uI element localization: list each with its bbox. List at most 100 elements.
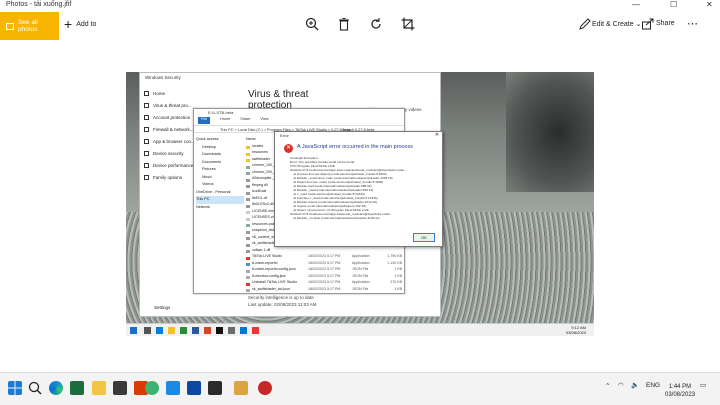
zoom-icon[interactable] <box>305 17 319 31</box>
nav-network[interactable]: Network <box>196 204 244 212</box>
nav-pictures[interactable]: Pictures <box>196 166 244 174</box>
add-to-label: Add to <box>76 20 97 28</box>
nav-videos[interactable]: Videos <box>196 181 244 189</box>
rotate-icon[interactable] <box>369 17 383 31</box>
folder-icon[interactable] <box>168 327 175 334</box>
start-icon[interactable] <box>130 327 137 334</box>
tab-share[interactable]: Share <box>240 117 250 124</box>
app-icon[interactable] <box>208 381 222 395</box>
app-icon[interactable] <box>252 327 259 334</box>
photos-icon[interactable] <box>234 381 248 395</box>
record-icon[interactable] <box>258 381 272 395</box>
taskbar-clock[interactable]: 1:44 PM 03/08/2023 <box>665 383 695 399</box>
file-date: 18/02/2023 5:17 PM <box>308 286 341 291</box>
nav-music[interactable]: Music <box>196 174 244 182</box>
explorer-nav-pane: Quick access Desktop Downloads Documents… <box>196 136 244 211</box>
edge-icon[interactable] <box>156 327 163 334</box>
share-icon <box>642 18 654 30</box>
delete-icon[interactable] <box>337 17 351 31</box>
chevron-up-icon[interactable]: ⌃ <box>605 382 610 390</box>
security-icon[interactable] <box>240 327 247 334</box>
edit-create-label: Edit & Create <box>592 21 634 28</box>
word-icon[interactable] <box>192 327 199 334</box>
cave-opening <box>506 72 594 192</box>
error-heading: A JavaScript error occurred in the main … <box>297 144 413 150</box>
file-icon <box>246 289 250 292</box>
person-icon <box>144 114 149 120</box>
file-explorer-icon[interactable] <box>92 381 106 395</box>
edit-create-icon <box>579 18 591 30</box>
plus-icon: + <box>64 16 73 32</box>
explorer-ribbon: File Home Share View <box>194 117 404 124</box>
see-all-photos-button[interactable]: See all photos <box>0 12 59 40</box>
network-icon <box>144 126 149 132</box>
nav-documents[interactable]: Documents <box>196 159 244 167</box>
app-browser-icon <box>144 138 149 144</box>
more-options-icon[interactable]: ⋯ <box>687 17 698 30</box>
edit-create-button[interactable]: Edit & Create ⌄ <box>592 20 641 28</box>
notifications-icon[interactable]: ▭ <box>700 381 706 389</box>
windows-start-icon[interactable] <box>8 381 22 395</box>
file-name: vk_swiftshader_icd.json <box>246 286 308 292</box>
explorer-title: E:\1-STB-beta <box>194 109 404 117</box>
edge-icon[interactable] <box>49 381 63 395</box>
nav-item[interactable]: Home <box>144 87 206 99</box>
minimize-button[interactable]: — <box>632 0 640 9</box>
home-icon <box>144 90 149 96</box>
clock-time: 1:44 PM <box>668 384 692 390</box>
error-dialog: Error ✕ ✕ A JavaScript error occurred in… <box>274 131 443 247</box>
file-row[interactable]: vk_swiftshader_icd.json 18/02/2023 5:17 P… <box>246 286 402 292</box>
photos-icon <box>6 22 14 30</box>
app-icon[interactable] <box>228 327 235 334</box>
wifi-icon[interactable]: ◠ <box>618 381 624 389</box>
powerpoint-icon[interactable] <box>204 327 211 334</box>
language-indicator[interactable]: ENG <box>646 382 660 389</box>
heart-icon <box>144 162 149 168</box>
nav-this-pc[interactable]: This PC <box>196 196 244 204</box>
word-icon[interactable] <box>187 381 201 395</box>
last-update-text: Last update: 02/08/2023 11:03 AM <box>248 302 317 307</box>
inner-taskbar: 9:12 AM 03/08/2023 <box>126 323 594 336</box>
nav-quick-access[interactable]: Quick access <box>196 136 244 144</box>
file-size: 1 KB <box>394 286 402 291</box>
up-to-date-text: Security intelligence is up to date <box>248 295 314 300</box>
family-icon <box>144 174 149 180</box>
shield-icon <box>144 102 149 108</box>
error-message: Uncaught Exception: Error: The specified… <box>290 156 407 220</box>
store-icon[interactable] <box>113 381 127 395</box>
ok-button[interactable]: OK <box>413 233 435 242</box>
nav-onedrive[interactable]: OneDrive - Personal <box>196 189 244 197</box>
close-button[interactable]: ✕ <box>706 0 713 9</box>
mail-icon[interactable] <box>166 381 180 395</box>
window-title: Photos - tải xuống.jfif <box>6 1 72 8</box>
tab-view[interactable]: View <box>260 117 268 124</box>
device-icon <box>144 150 149 156</box>
excel-icon[interactable] <box>70 381 84 395</box>
see-all-photos-label: See all photos <box>17 19 38 33</box>
search-icon[interactable] <box>28 381 42 395</box>
crop-icon[interactable] <box>401 17 415 31</box>
tiktok-icon[interactable] <box>216 327 223 334</box>
tab-home[interactable]: Home <box>220 117 230 124</box>
windows-taskbar <box>0 372 720 405</box>
app-icon[interactable] <box>145 381 159 395</box>
maximize-button[interactable]: ☐ <box>670 0 677 9</box>
search-icon[interactable] <box>144 327 151 334</box>
nav-downloads[interactable]: Downloads <box>196 151 244 159</box>
excel-icon[interactable] <box>180 327 187 334</box>
share-button[interactable]: Share <box>656 20 675 27</box>
tab-file[interactable]: File <box>198 117 211 124</box>
add-to-button[interactable]: + Add to <box>64 17 96 31</box>
settings-link[interactable]: Settings <box>154 305 170 310</box>
photos-titlebar <box>0 0 720 12</box>
nav-desktop[interactable]: Desktop <box>196 144 244 152</box>
error-icon: ✕ <box>284 144 293 153</box>
windows-security-title: Windows Security <box>145 75 181 80</box>
close-icon[interactable]: ✕ <box>435 132 439 138</box>
error-dialog-title: Error <box>280 133 289 138</box>
inner-clock: 9:12 AM 03/08/2023 <box>565 325 586 335</box>
file-type: JSON File <box>352 286 369 291</box>
clock-date: 03/08/2023 <box>665 392 696 398</box>
photo-image: Windows Security Home Virus & threat pro… <box>126 72 594 336</box>
volume-icon[interactable]: 🔈 <box>631 381 639 389</box>
